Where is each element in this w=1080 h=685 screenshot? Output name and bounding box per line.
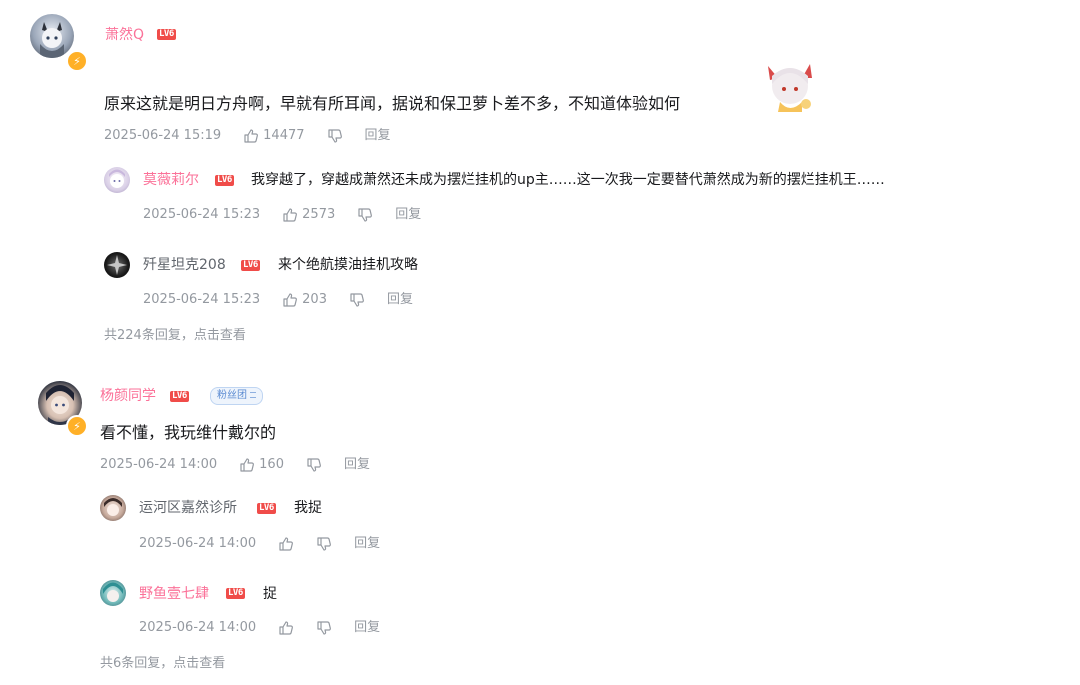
reply-meta: 2025-06-24 15:23 203 回复 [143,291,413,309]
like-button[interactable]: 160 [239,456,284,474]
comment-meta: 2025-06-24 14:00 160 回复 [100,456,370,474]
thumb-down-icon [317,621,332,635]
avatar[interactable] [30,14,74,58]
thumb-down-icon [307,458,321,472]
reply-button[interactable]: 回复 [354,535,380,553]
dislike-button[interactable] [316,620,332,636]
reply-text: 我捉 [294,500,322,516]
dislike-button[interactable] [357,207,373,223]
thumb-up-icon [283,208,298,222]
username[interactable]: 运河区嘉然诊所 [139,498,237,518]
level-badge: LV6 [215,175,234,186]
username[interactable]: 萧然Q [105,25,144,45]
like-count: 160 [259,457,284,472]
like-button[interactable]: 2573 [282,206,335,224]
fan-club-label: 粉丝团 [217,390,247,401]
level-badge: LV6 [257,503,276,514]
avatar-art [40,22,64,58]
like-count: 2573 [302,207,336,222]
like-button[interactable]: 14477 [243,127,305,145]
timestamp: 2025-06-24 15:23 [143,207,261,222]
thumb-up-icon [283,293,298,307]
reply-meta: 2025-06-24 14:00 回复 [139,535,380,553]
like-button[interactable]: 203 [282,291,327,309]
level-badge: LV6 [170,391,189,402]
thumb-up-icon [279,621,294,635]
like-count: 14477 [263,128,305,143]
lightning-badge-icon: ⚡ [66,50,88,72]
reply-button[interactable]: 回复 [395,206,421,224]
level-badge: LV6 [157,29,176,40]
timestamp: 2025-06-24 14:00 [139,536,257,551]
level-badge: LV6 [226,588,245,599]
fan-club-badge[interactable]: 粉丝团 [210,387,263,405]
view-more-replies-link[interactable]: 共6条回复，点击查看 [100,655,225,673]
comment-meta: 2025-06-24 15:19 14477 回复 [104,127,391,145]
thumb-down-icon [327,129,342,143]
avatar[interactable] [104,252,130,278]
like-button[interactable] [278,536,294,552]
dislike-button[interactable] [327,128,343,144]
timestamp: 2025-06-24 14:00 [100,457,218,472]
reply-button[interactable]: 回复 [365,127,391,145]
view-more-replies-link[interactable]: 共224条回复，点击查看 [104,327,246,345]
timestamp: 2025-06-24 15:23 [143,292,261,307]
thumb-up-icon [244,129,259,143]
reply-button[interactable]: 回复 [387,291,413,309]
comment-text: 看不懂，我玩维什戴尔的 [100,423,277,442]
username[interactable]: 杨颜同学 [100,386,156,406]
like-count: 203 [302,292,327,307]
dislike-button[interactable] [306,457,322,473]
thumb-down-icon [350,293,364,307]
dislike-button[interactable] [316,536,332,552]
thumb-down-icon [358,208,373,222]
avatar[interactable] [100,580,126,606]
fan-club-level-icon [250,392,256,398]
dislike-button[interactable] [349,292,365,308]
username[interactable]: 莫薇莉尔 [143,170,199,190]
reply-button[interactable]: 回复 [344,456,370,474]
reply-text: 捉 [263,586,277,602]
timestamp: 2025-06-24 14:00 [139,620,257,635]
avatar[interactable] [100,495,126,521]
reply-button[interactable]: 回复 [354,619,380,637]
level-badge: LV6 [241,260,260,271]
thumb-up-icon [240,458,255,472]
timestamp: 2025-06-24 15:19 [104,128,222,143]
reply-meta: 2025-06-24 15:23 2573 回复 [143,206,421,224]
comment-text: 原来这就是明日方舟啊，早就有所耳闻，据说和保卫萝卜差不多，不知道体验如何 [104,94,681,113]
sticker-emoji [762,56,818,116]
thumb-up-icon [279,537,294,551]
reply-text: 来个绝航摸油挂机攻略 [278,257,418,273]
thumb-down-icon [317,537,332,551]
username[interactable]: 野鱼壹七肆 [139,584,209,604]
avatar[interactable] [104,167,130,193]
lightning-badge-icon: ⚡ [66,415,88,437]
reply-meta: 2025-06-24 14:00 回复 [139,619,380,637]
username[interactable]: 歼星坦克208 [143,255,226,275]
reply-text: 我穿越了，穿越成萧然还未成为摆烂挂机的up主……这一次我一定要替代萧然成为新的摆… [251,172,885,188]
like-button[interactable] [278,620,294,636]
